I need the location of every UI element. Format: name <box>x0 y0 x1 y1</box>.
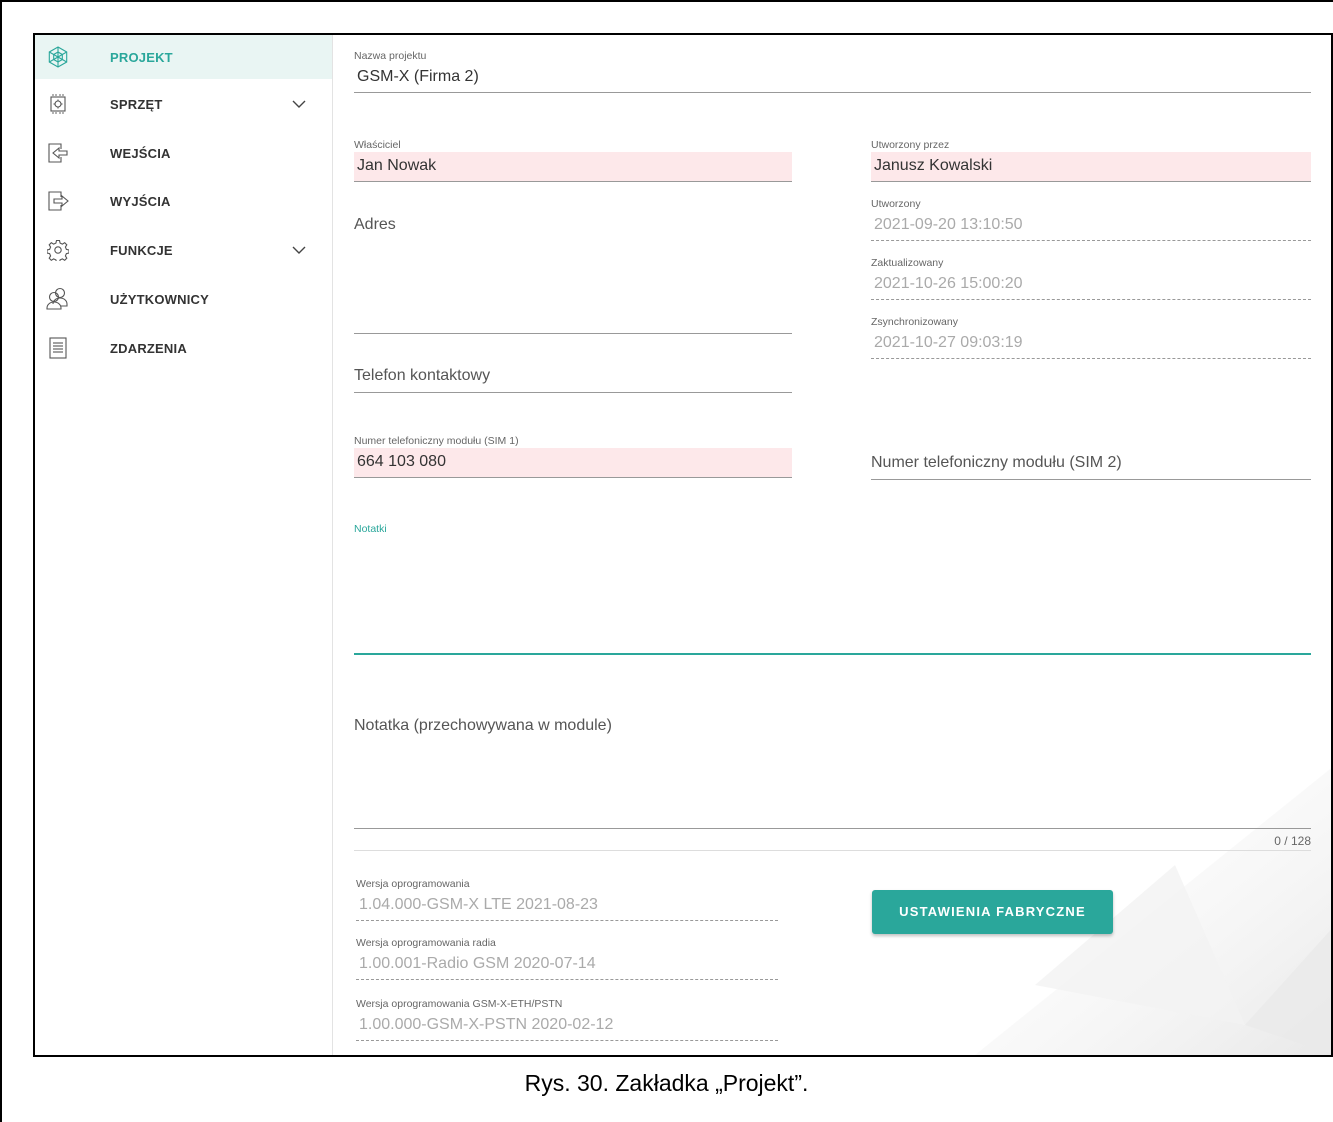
field-label: Zsynchronizowany <box>871 316 958 328</box>
sidebar-item-projekt[interactable]: PROJEKT <box>35 35 332 79</box>
input-icon <box>48 143 68 163</box>
sidebar-item-label: PROJEKT <box>110 49 173 65</box>
radio-version-field: Wersja oprogramowania radia 1.00.001-Rad… <box>356 936 778 980</box>
field-label: Notatki <box>354 523 387 535</box>
field-label: Wersja oprogramowania radia <box>356 937 496 949</box>
sidebar: PROJEKT SPRZĘT WEJŚCIA WYJŚCIA FUNKCJE U… <box>35 35 333 1055</box>
section-divider <box>354 850 1311 851</box>
firmware-version-value: 1.04.000-GSM-X LTE 2021-08-23 <box>356 891 778 921</box>
sidebar-item-label: SPRZĘT <box>110 96 163 112</box>
owner-input[interactable]: Jan Nowak <box>354 152 792 182</box>
project-icon <box>48 46 68 68</box>
synced-value: 2021-10-27 09:03:19 <box>871 329 1311 359</box>
address-placeholder[interactable]: Adres <box>354 216 396 234</box>
field-label: Nazwa projektu <box>354 50 427 62</box>
project-form: Nazwa projektu GSM-X (Firma 2) Właścicie… <box>334 35 1331 1055</box>
created-by-field[interactable]: Utworzony przez Janusz Kowalski <box>871 138 1311 182</box>
owner-field[interactable]: Właściciel Jan Nowak <box>354 138 792 182</box>
document-border-left <box>0 0 2 1122</box>
sidebar-item-label: WYJŚCIA <box>110 193 171 209</box>
field-label: Zaktualizowany <box>871 257 944 269</box>
sidebar-item-wyjscia[interactable]: WYJŚCIA <box>35 179 332 223</box>
notes-field[interactable]: Notatki <box>354 522 1311 536</box>
project-name-input[interactable]: GSM-X (Firma 2) <box>354 63 1311 93</box>
sim2-underline <box>871 479 1311 480</box>
updated-field: Zaktualizowany 2021-10-26 15:00:20 <box>871 256 1311 300</box>
figure-caption: Rys. 30. Zakładka „Projekt”. <box>524 1070 809 1096</box>
character-counter: 0 / 128 <box>1274 834 1311 848</box>
module-note-placeholder[interactable]: Notatka (przechowywana w module) <box>354 717 612 735</box>
sim1-input[interactable]: 664 103 080 <box>354 448 792 478</box>
sidebar-item-funkcje[interactable]: FUNKCJE <box>35 228 332 272</box>
module-note-underline <box>354 828 1311 829</box>
sidebar-item-label: ZDARZENIA <box>110 340 187 356</box>
users-icon <box>46 287 68 310</box>
gear-icon <box>47 239 69 261</box>
field-label: Numer telefoniczny modułu (SIM 1) <box>354 435 519 447</box>
address-underline <box>354 333 792 334</box>
field-label: Właściciel <box>354 139 401 151</box>
radio-version-value: 1.00.001-Radio GSM 2020-07-14 <box>356 950 778 980</box>
created-field: Utworzony 2021-09-20 13:10:50 <box>871 197 1311 241</box>
sidebar-item-sprzet[interactable]: SPRZĘT <box>35 82 332 126</box>
created-value: 2021-09-20 13:10:50 <box>871 211 1311 241</box>
sim2-placeholder[interactable]: Numer telefoniczny modułu (SIM 2) <box>871 454 1122 472</box>
chevron-down-icon[interactable] <box>291 242 307 258</box>
contact-phone-underline <box>354 392 792 393</box>
sidebar-item-label: WEJŚCIA <box>110 145 171 161</box>
sidebar-item-zdarzenia[interactable]: ZDARZENIA <box>35 326 332 370</box>
sim1-field[interactable]: Numer telefoniczny modułu (SIM 1) 664 10… <box>354 434 792 478</box>
screenshot-frame: PROJEKT SPRZĘT WEJŚCIA WYJŚCIA FUNKCJE U… <box>33 33 1333 1057</box>
events-icon <box>49 337 67 359</box>
field-label: Wersja oprogramowania <box>356 878 470 890</box>
document-border-top <box>0 0 1333 2</box>
sidebar-item-label: FUNKCJE <box>110 242 173 258</box>
eth-version-field: Wersja oprogramowania GSM-X-ETH/PSTN 1.0… <box>356 997 778 1041</box>
output-icon <box>48 191 69 211</box>
notes-underline <box>354 653 1311 655</box>
firmware-version-field: Wersja oprogramowania 1.04.000-GSM-X LTE… <box>356 877 778 921</box>
sidebar-item-label: UŻYTKOWNICY <box>110 291 209 307</box>
created-by-input[interactable]: Janusz Kowalski <box>871 152 1311 182</box>
factory-settings-button[interactable]: USTAWIENIA FABRYCZNE <box>872 890 1113 934</box>
field-label: Utworzony <box>871 198 921 210</box>
updated-value: 2021-10-26 15:00:20 <box>871 270 1311 300</box>
synced-field: Zsynchronizowany 2021-10-27 09:03:19 <box>871 315 1311 359</box>
chevron-down-icon[interactable] <box>291 96 307 112</box>
contact-phone-placeholder[interactable]: Telefon kontaktowy <box>354 367 490 385</box>
field-label: Wersja oprogramowania GSM-X-ETH/PSTN <box>356 998 563 1010</box>
project-name-field[interactable]: Nazwa projektu GSM-X (Firma 2) <box>354 49 1311 93</box>
eth-version-value: 1.00.000-GSM-X-PSTN 2020-02-12 <box>356 1011 778 1041</box>
field-label: Utworzony przez <box>871 139 950 151</box>
sidebar-item-uzytkownicy[interactable]: UŻYTKOWNICY <box>35 277 332 321</box>
hardware-icon <box>50 94 66 114</box>
sidebar-item-wejscia[interactable]: WEJŚCIA <box>35 131 332 175</box>
